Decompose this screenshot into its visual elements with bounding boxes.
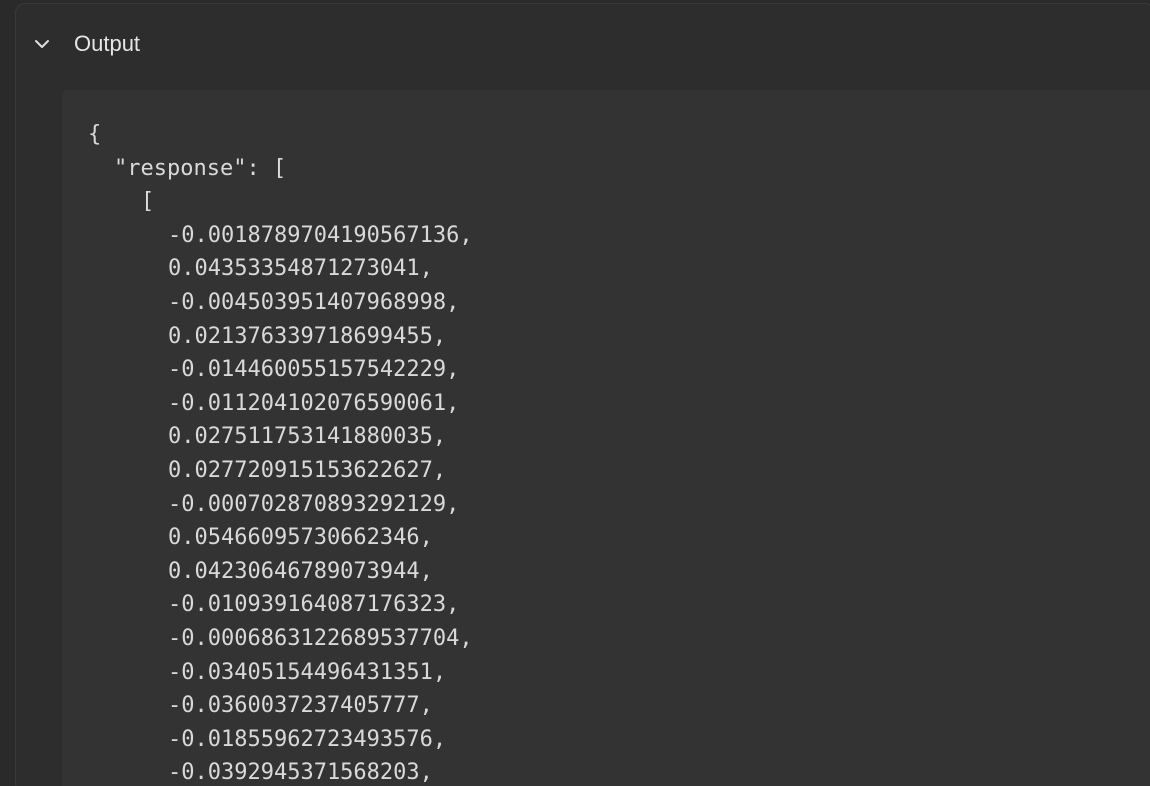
output-panel: Output { "response": [ [ -0.001878970419…: [15, 3, 1150, 786]
code-line-value: 0.021376339718699455,: [168, 323, 447, 349]
code-line-value: -0.01855962723493576,: [168, 726, 447, 752]
code-line-open-brace: {: [88, 122, 102, 147]
code-line-value: -0.010939164087176323,: [168, 592, 460, 618]
json-output-block: { "response": [ [ -0.0018789704190567136…: [62, 90, 1150, 786]
code-line-value: -0.03405154496431351,: [168, 659, 447, 685]
code-line-value: 0.05466095730662346,: [168, 525, 433, 551]
output-section-toggle[interactable]: Output: [32, 24, 140, 64]
code-line-value: -0.014460055157542229,: [168, 357, 460, 383]
code-line-value: -0.0392945371568203,: [168, 760, 433, 786]
code-line-value: -0.004503951407968998,: [168, 289, 460, 315]
code-line-value: -0.0006863122689537704,: [168, 625, 473, 651]
code-line-value: -0.000702870893292129,: [168, 491, 460, 517]
section-title: Output: [74, 31, 141, 56]
code-line-value: -0.0018789704190567136,: [168, 222, 473, 248]
code-line-value: -0.011204102076590061,: [168, 390, 460, 416]
chevron-down-icon[interactable]: [32, 34, 52, 54]
code-line-value: 0.04353354871273041,: [168, 256, 433, 282]
code-line-response-key: "response": [: [114, 155, 287, 181]
code-line-value: 0.027720915153622627,: [168, 457, 447, 483]
code-line-value: 0.027511753141880035,: [168, 424, 447, 450]
code-line-inner-bracket: [: [141, 189, 155, 215]
code-line-value: 0.04230646789073944,: [168, 558, 433, 584]
code-line-value: -0.0360037237405777,: [168, 693, 433, 719]
